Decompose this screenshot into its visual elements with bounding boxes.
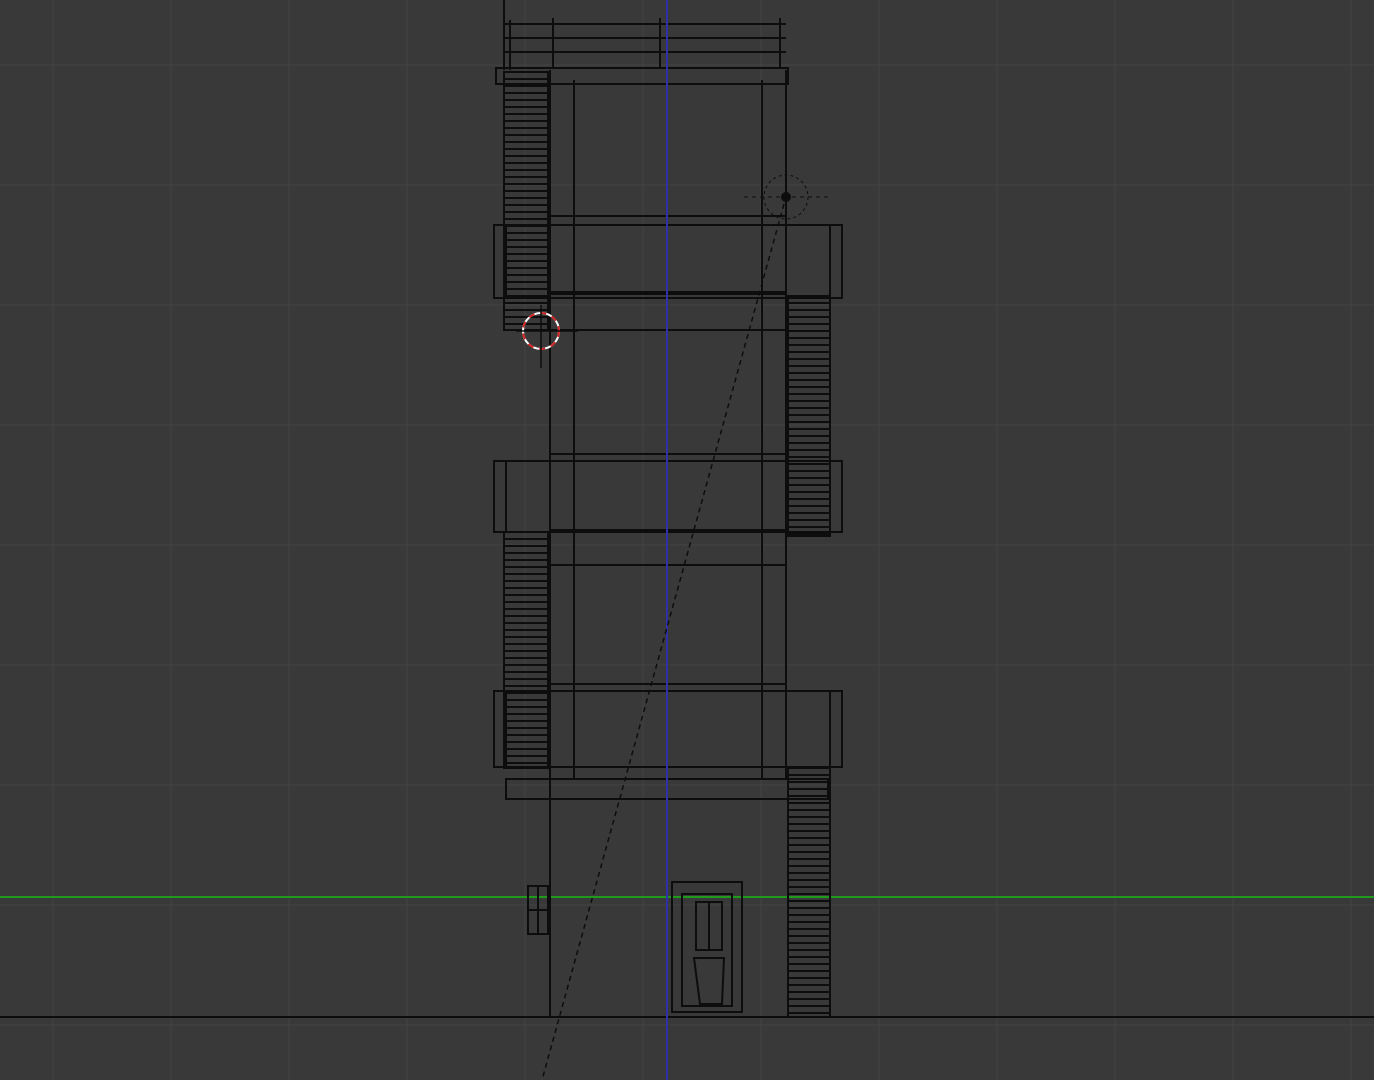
roof-railing[interactable] bbox=[503, 0, 786, 70]
front-door[interactable] bbox=[671, 881, 743, 1013]
right-stairs-lower[interactable] bbox=[787, 767, 831, 1018]
left-stairs-lower[interactable] bbox=[503, 531, 549, 769]
right-stairs[interactable] bbox=[787, 295, 831, 537]
viewport-grid bbox=[0, 0, 1374, 1080]
stair-stringer bbox=[787, 767, 831, 1018]
3d-viewport[interactable] bbox=[0, 0, 1374, 1080]
small-window[interactable] bbox=[527, 885, 549, 935]
stair-stringer bbox=[503, 71, 549, 331]
viewport-canvas[interactable] bbox=[0, 0, 1374, 1080]
camera-line bbox=[541, 203, 785, 1080]
left-stairs[interactable] bbox=[503, 71, 549, 331]
